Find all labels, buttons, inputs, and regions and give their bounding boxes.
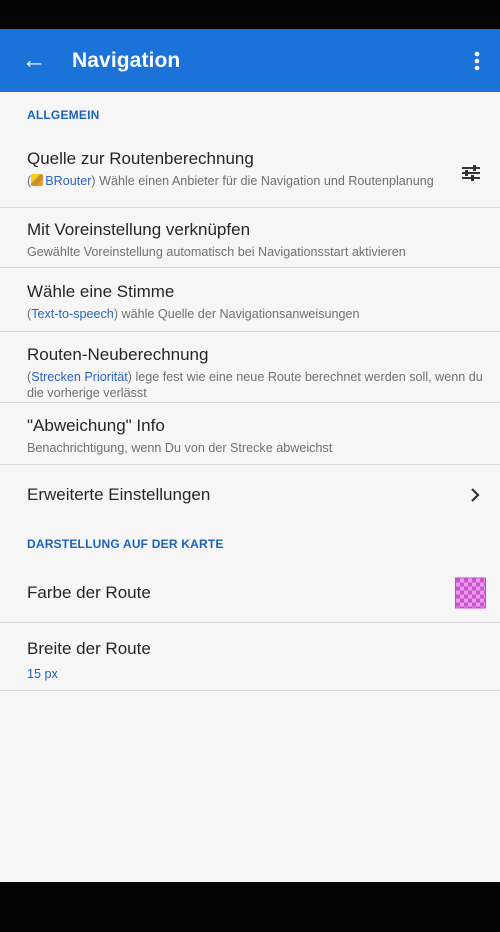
route-width-setting[interactable]: Breite der Route 15 px [0,623,500,691]
sliders-icon [462,164,480,181]
route-source-description: ) Wähle einen Anbieter für die Navigatio… [91,174,434,188]
app-bar: ← Navigation [0,29,500,92]
section-header-general: ALLGEMEIN [27,108,100,122]
route-color-title: Farbe der Route [27,582,151,602]
status-bar [0,0,500,29]
recalculation-summary: (Strecken Priorität) lege fest wie eine … [27,369,483,401]
recalculation-title: Routen-Neuberechnung [27,345,209,364]
advanced-settings-item[interactable]: Erweiterte Einstellungen [0,465,500,525]
page-title: Navigation [72,48,181,72]
route-width-value: 15 px [27,667,58,681]
voice-value: Text-to-speech [31,307,114,321]
route-source-title: Quelle zur Routenberechnung [27,149,254,168]
advanced-settings-title: Erweiterte Einstellungen [27,485,211,504]
recalculation-setting[interactable]: Routen-Neuberechnung (Strecken Priorität… [0,332,500,403]
route-color-swatch [455,577,486,608]
preset-title: Mit Voreinstellung verknüpfen [27,220,251,239]
route-source-setting[interactable]: Quelle zur Routenberechnung (BRouter) Wä… [0,138,500,208]
voice-setting[interactable]: Wähle eine Stimme (Text-to-speech) wähle… [0,268,500,332]
section-header-map-display: DARSTELLUNG AUF DER KARTE [27,537,224,551]
voice-title: Wähle eine Stimme [27,282,175,301]
route-source-summary: (BRouter) Wähle einen Anbieter für die N… [27,173,437,189]
route-color-setting[interactable]: Farbe der Route [0,563,500,623]
settings-list: ALLGEMEIN Quelle zur Routenberechnung (B… [0,92,500,882]
advanced-settings-chevron [470,488,480,502]
chevron-right-icon [471,488,480,502]
route-source-value: BRouter [45,174,92,188]
voice-description: ) wähle Quelle der Navigationsanweisunge… [113,307,360,321]
voice-summary: (Text-to-speech) wähle Quelle der Naviga… [27,306,483,322]
deviation-summary: Benachrichtigung, wenn Du von der Streck… [27,441,333,455]
preset-summary: Gewählte Voreinstellung automatisch bei … [27,245,406,259]
deviation-setting[interactable]: "Abweichung" Info Benachrichtigung, wenn… [0,403,500,465]
settings-screen: ← Navigation ALLGEMEIN Quelle zur Routen… [0,0,500,932]
recalculation-value: Strecken Priorität [31,370,128,384]
brouter-icon [31,174,44,186]
route-width-title: Breite der Route [27,639,151,658]
system-navigation-bar [0,882,500,932]
route-source-settings-button[interactable] [460,164,482,181]
preset-setting[interactable]: Mit Voreinstellung verknüpfen Gewählte V… [0,208,500,268]
back-arrow-icon: ← [21,46,47,74]
route-color-swatch-button[interactable] [455,577,486,608]
deviation-title: "Abweichung" Info [27,416,165,435]
overflow-menu-button[interactable] [460,29,494,92]
overflow-menu-icon [474,51,480,70]
back-button[interactable]: ← [8,29,60,92]
